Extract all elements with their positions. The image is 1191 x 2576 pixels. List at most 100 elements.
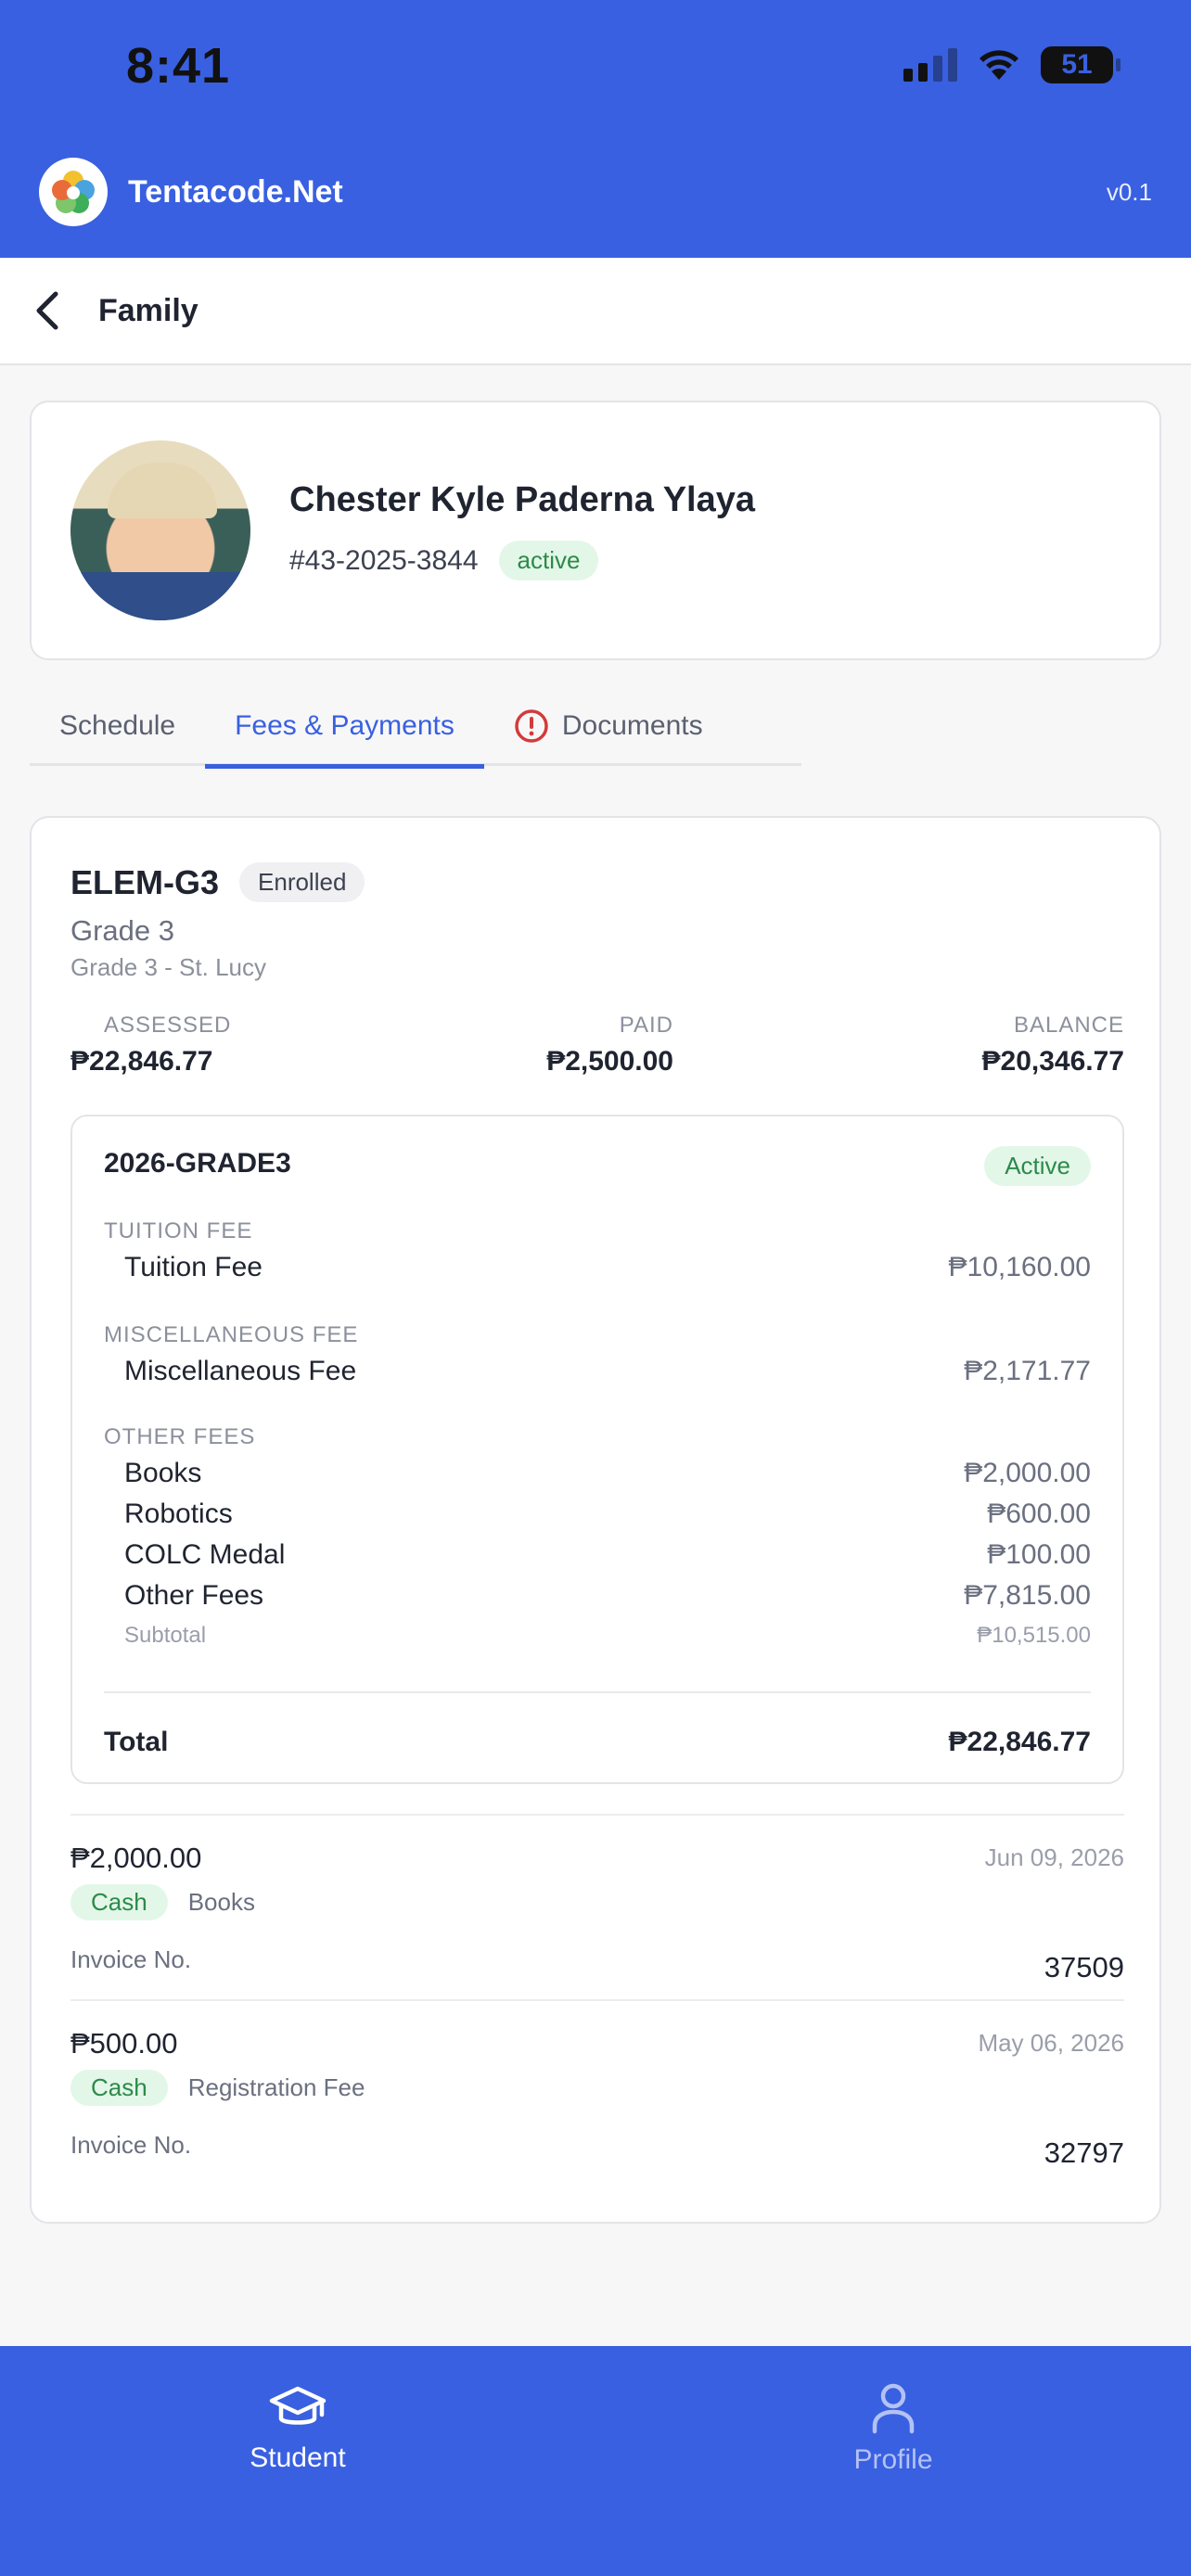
summary-paid: PAID ₱2,500.00 <box>525 1013 673 1078</box>
payment-tags: Cash Books <box>70 1884 255 1920</box>
category-label: MISCELLANEOUS FEE <box>104 1322 359 1347</box>
payment-description: Registration Fee <box>187 2073 365 2101</box>
enrollment-code: ELEM-G3 <box>70 862 220 901</box>
total-label: Total <box>104 1727 169 1757</box>
app-logo-icon <box>39 158 108 226</box>
enrollment-header: ELEM-G3 Enrolled <box>70 862 365 902</box>
brand: Tentacode.Net <box>39 158 343 226</box>
invoice-label: Invoice No. <box>70 1945 192 1973</box>
bottom-nav: Student Profile <box>0 2346 1191 2576</box>
student-name: Chester Kyle Paderna Ylaya <box>289 480 756 519</box>
summary-label: PAID <box>619 1013 673 1038</box>
summary-label: ASSESSED <box>104 1013 232 1038</box>
student-meta: #43-2025-3844 active <box>289 541 755 580</box>
total-row: Total ₱22,846.77 <box>104 1727 1091 1758</box>
tab-documents[interactable]: Documents <box>484 686 733 766</box>
fee-name: Miscellaneous Fee <box>124 1356 357 1386</box>
fee-schedule-box: 2026-GRADE3 Active TUITION FEE Tuition F… <box>70 1115 1124 1784</box>
section-name: Grade 3 - St. Lucy <box>70 953 266 981</box>
nav-profile[interactable]: Profile <box>596 2346 1191 2494</box>
fee-amount: ₱10,160.00 <box>948 1252 1091 1282</box>
fee-amount: ₱100.00 <box>987 1539 1091 1570</box>
nav-student[interactable]: Student <box>0 2346 596 2494</box>
invoice-label: Invoice No. <box>70 2131 192 2159</box>
summary-value: ₱20,346.77 <box>981 1046 1124 1077</box>
payment-amount: ₱2,000.00 <box>70 1842 202 1874</box>
category-label: TUITION FEE <box>104 1218 253 1243</box>
fee-row: Tuition Fee ₱10,160.00 <box>124 1252 1091 1283</box>
page-title: Family <box>98 292 198 328</box>
status-time: 8:41 <box>126 38 231 94</box>
back-arrow-icon[interactable] <box>33 287 70 334</box>
app-header: 8:41 51 Tentacode.Net v0.1 <box>0 0 1191 258</box>
fee-amount: ₱2,171.77 <box>964 1356 1091 1386</box>
tab-schedule[interactable]: Schedule <box>30 686 205 766</box>
enrollment-status-badge: Enrolled <box>239 862 365 902</box>
graduation-cap-icon <box>269 2386 327 2425</box>
total-amount: ₱22,846.77 <box>948 1727 1091 1757</box>
subtotal-row: Subtotal ₱10,515.00 <box>124 1623 1091 1649</box>
fee-name: Other Fees <box>124 1580 264 1611</box>
student-avatar <box>70 440 250 620</box>
summary-assessed: ASSESSED ₱22,846.77 <box>70 1013 231 1078</box>
invoice-number: 37509 <box>1044 1951 1124 1983</box>
payment-item: ₱500.00 May 06, 2026 Cash Registration F… <box>70 2027 1124 2185</box>
alert-icon <box>514 708 549 744</box>
summary-balance: BALANCE ₱20,346.77 <box>982 1013 1124 1078</box>
page-header: Family <box>0 258 1191 365</box>
fee-name: Books <box>124 1458 202 1488</box>
status-icons: 51 <box>903 46 1121 83</box>
payment-method-badge: Cash <box>70 1884 168 1920</box>
fee-row: Miscellaneous Fee ₱2,171.77 <box>124 1356 1091 1387</box>
category-label: OTHER FEES <box>104 1424 256 1449</box>
payment-tags: Cash Registration Fee <box>70 2070 365 2106</box>
student-id: #43-2025-3844 <box>289 544 479 576</box>
fee-schedule-status-badge: Active <box>984 1146 1091 1186</box>
payment-description: Books <box>187 1888 255 1916</box>
student-card: Chester Kyle Paderna Ylaya #43-2025-3844… <box>30 401 1161 660</box>
app-version: v0.1 <box>1106 178 1152 206</box>
fee-row: Robotics ₱600.00 <box>124 1498 1091 1530</box>
enrollment-card: ELEM-G3 Enrolled Grade 3 Grade 3 - St. L… <box>30 816 1161 2224</box>
summary-label: BALANCE <box>1013 1013 1124 1038</box>
fee-row: COLC Medal ₱100.00 <box>124 1539 1091 1571</box>
summary-value: ₱2,500.00 <box>546 1046 673 1077</box>
person-icon <box>872 2383 915 2434</box>
fee-name: Robotics <box>124 1498 233 1529</box>
fee-schedule-name: 2026-GRADE3 <box>104 1148 291 1179</box>
fee-amount: ₱7,815.00 <box>964 1580 1091 1611</box>
payment-item: ₱2,000.00 Jun 09, 2026 Cash Books Invoic… <box>70 1842 1124 1999</box>
student-info: Chester Kyle Paderna Ylaya #43-2025-3844… <box>289 480 755 580</box>
tab-fees-payments[interactable]: Fees & Payments <box>205 686 484 769</box>
fee-name: Tuition Fee <box>124 1252 263 1282</box>
payment-date: Jun 09, 2026 <box>984 1843 1124 1871</box>
summary-value: ₱22,846.77 <box>70 1046 213 1077</box>
divider <box>104 1691 1091 1693</box>
tab-label: Fees & Payments <box>235 710 455 741</box>
fee-name: COLC Medal <box>124 1539 286 1570</box>
tab-label: Schedule <box>59 710 176 741</box>
divider <box>70 1814 1124 1816</box>
fee-amount: ₱2,000.00 <box>964 1458 1091 1488</box>
student-status-badge: active <box>498 541 599 580</box>
app-name: Tentacode.Net <box>128 173 343 210</box>
fee-row: Other Fees ₱7,815.00 <box>124 1580 1091 1612</box>
nav-label: Profile <box>853 2444 933 2475</box>
subtotal-amount: ₱10,515.00 <box>977 1623 1091 1648</box>
cellular-signal-icon <box>903 48 957 82</box>
invoice-number: 32797 <box>1044 2136 1124 2169</box>
tab-bar: Schedule Fees & Payments Documents <box>30 686 801 769</box>
wifi-icon <box>980 50 1018 80</box>
nav-label: Student <box>250 2442 346 2473</box>
payment-amount: ₱500.00 <box>70 2027 178 2060</box>
subtotal-label: Subtotal <box>124 1623 207 1648</box>
payment-method-badge: Cash <box>70 2070 168 2106</box>
fee-row: Books ₱2,000.00 <box>124 1458 1091 1489</box>
divider <box>70 1999 1124 2001</box>
battery-icon: 51 <box>1041 46 1121 83</box>
fee-amount: ₱600.00 <box>987 1498 1091 1529</box>
grade-level: Grade 3 <box>70 914 175 947</box>
fee-summary: ASSESSED ₱22,846.77 PAID ₱2,500.00 BALAN… <box>70 1013 1124 1087</box>
tab-label: Documents <box>561 710 703 741</box>
payment-date: May 06, 2026 <box>978 2029 1124 2057</box>
